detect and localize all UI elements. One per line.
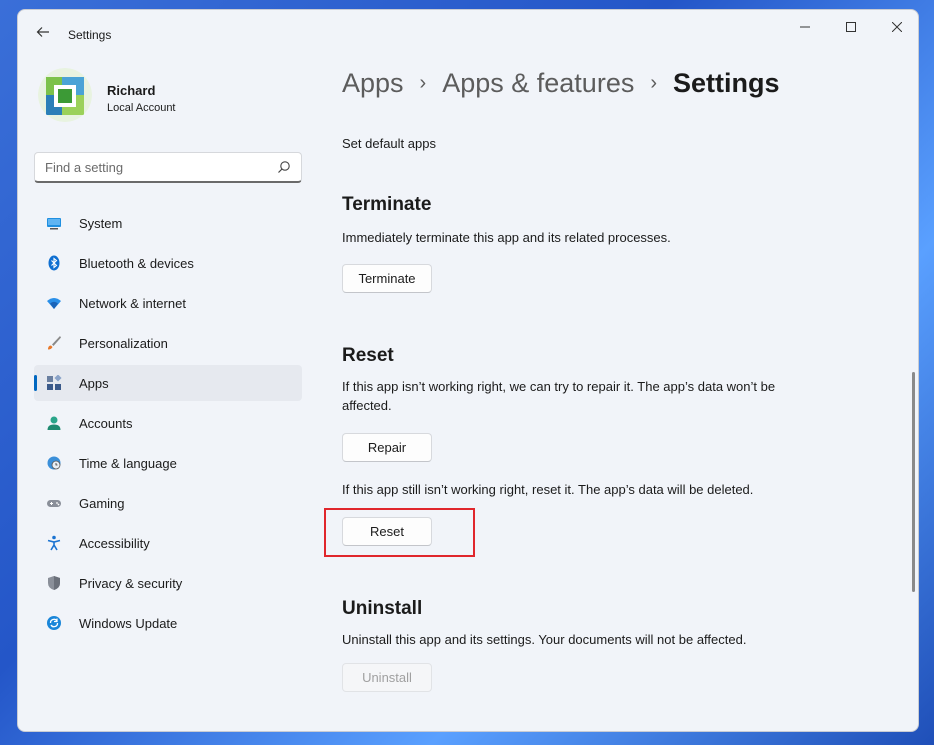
sidebar-item-gaming[interactable]: Gaming (34, 485, 302, 521)
search-box[interactable] (34, 152, 302, 183)
minimize-button[interactable] (782, 10, 828, 44)
sidebar-item-accounts[interactable]: Accounts (34, 405, 302, 441)
bluetooth-icon (48, 255, 60, 271)
breadcrumb-apps[interactable]: Apps (342, 68, 404, 99)
sidebar-item-time-language[interactable]: Time & language (34, 445, 302, 481)
sidebar-item-label: Gaming (79, 496, 125, 511)
sidebar-item-label: Bluetooth & devices (79, 256, 194, 271)
repair-description: If this app isn’t working right, we can … (342, 379, 776, 413)
chevron-right-icon: › (419, 72, 427, 94)
sidebar-item-label: System (79, 216, 123, 231)
sidebar-item-label: Time & language (79, 456, 177, 471)
uninstall-description: Uninstall this app and its settings. You… (342, 632, 747, 647)
uninstall-button: Uninstall (342, 663, 432, 692)
sidebar-item-label: Windows Update (79, 616, 178, 631)
monitor-icon (47, 218, 61, 230)
shield-icon (48, 576, 60, 590)
update-icon (47, 616, 61, 630)
title-bar: Settings (18, 10, 918, 58)
apps-icon (47, 375, 62, 390)
brush-icon (48, 336, 61, 350)
sidebar-item-system[interactable]: System (34, 205, 302, 241)
terminate-button[interactable]: Terminate (342, 264, 432, 293)
active-indicator (34, 375, 37, 391)
breadcrumb: Apps › Apps & features › Settings (342, 68, 780, 99)
profile-name: Richard (107, 83, 156, 98)
repair-button[interactable]: Repair (342, 433, 432, 462)
scrollbar[interactable] (912, 372, 915, 592)
terminate-description: Immediately terminate this app and its r… (342, 230, 671, 245)
settings-window: Settings Richard Local Account Find a se… (17, 9, 919, 732)
sidebar-item-label: Privacy & security (79, 576, 183, 591)
person-icon (47, 416, 61, 430)
wifi-icon (47, 298, 61, 309)
sidebar-item-personalization[interactable]: Personalization (34, 325, 302, 361)
sidebar-item-windows-update[interactable]: Windows Update (34, 605, 302, 641)
gamepad-icon (47, 500, 61, 507)
close-icon (892, 22, 902, 32)
breadcrumb-apps-features[interactable]: Apps & features (442, 68, 634, 99)
maximize-button[interactable] (828, 10, 874, 44)
sidebar-item-label: Network & internet (79, 296, 186, 311)
app-title: Settings (68, 28, 112, 42)
sidebar-item-bluetooth[interactable]: Bluetooth & devices (34, 245, 302, 281)
reset-title: Reset (342, 345, 394, 366)
set-default-apps-link[interactable]: Set default apps (342, 136, 436, 151)
terminate-title: Terminate (342, 194, 432, 215)
avatar (38, 68, 92, 122)
page-title: Settings (673, 68, 780, 98)
search-icon[interactable] (277, 160, 291, 174)
sidebar-item-label: Personalization (79, 336, 168, 351)
sidebar-item-accessibility[interactable]: Accessibility (34, 525, 302, 561)
search-input[interactable] (45, 157, 265, 177)
sidebar-item-label: Apps (79, 376, 109, 391)
minimize-icon (800, 26, 810, 28)
maximize-icon (846, 22, 856, 32)
profile-account-type: Local Account (107, 102, 176, 114)
globe-clock-icon (47, 456, 61, 470)
sidebar-item-network[interactable]: Network & internet (34, 285, 302, 321)
close-button[interactable] (874, 10, 918, 44)
reset-description: If this app still isn’t working right, r… (342, 482, 754, 497)
sidebar-item-label: Accessibility (79, 536, 150, 551)
back-arrow-icon[interactable] (32, 24, 54, 46)
accessibility-icon (47, 535, 61, 551)
sidebar-nav: System Bluetooth & devices Network & int… (34, 205, 302, 645)
sidebar-item-apps[interactable]: Apps (34, 365, 302, 401)
chevron-right-icon: › (650, 72, 658, 94)
sidebar-item-privacy-security[interactable]: Privacy & security (34, 565, 302, 601)
uninstall-title: Uninstall (342, 598, 423, 619)
reset-highlight-box (324, 508, 475, 557)
sidebar-item-label: Accounts (79, 416, 133, 431)
